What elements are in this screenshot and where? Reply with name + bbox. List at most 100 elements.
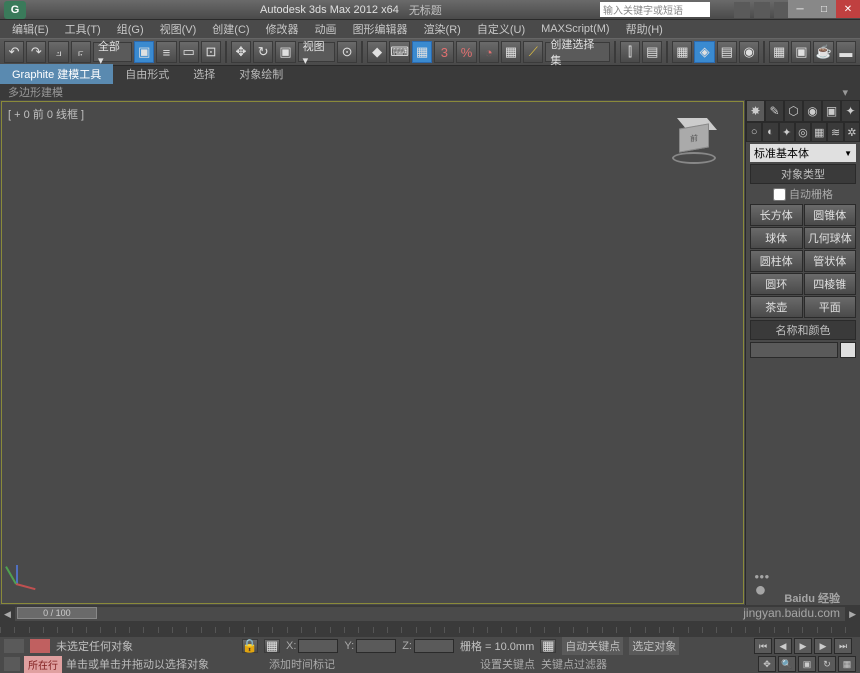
render-setup-button[interactable]: ▦ (769, 41, 789, 63)
menu-item[interactable]: 帮助(H) (618, 21, 671, 37)
ribbon-tab[interactable]: 对象绘制 (227, 64, 295, 84)
subtab-geometry[interactable]: ○ (746, 122, 762, 142)
app-icon[interactable]: G (4, 1, 26, 19)
object-type-button[interactable]: 圆柱体 (750, 250, 803, 272)
menu-item[interactable]: 图形编辑器 (345, 21, 416, 37)
goto-start-button[interactable]: ⏮ (754, 638, 772, 654)
track-bar[interactable] (0, 623, 860, 637)
ref-coord-dropdown[interactable]: 视图 ▾ (298, 42, 335, 62)
key-filter-button[interactable]: 关键点过滤器 (541, 656, 607, 672)
manipulate-button[interactable]: ◆ (367, 41, 387, 63)
isolate-icon[interactable]: ▦ (264, 639, 280, 653)
ribbon-expand-icon[interactable]: ▾ (842, 86, 848, 99)
subtab-lights[interactable]: ✦ (779, 122, 795, 142)
orbit-button[interactable]: ↻ (818, 656, 836, 672)
select-region-button[interactable]: ▭ (179, 41, 199, 63)
snap-2d-button[interactable]: ▦ (412, 41, 432, 63)
set-key-button[interactable]: 设置关键点 (480, 656, 535, 672)
auto-key-button[interactable]: 自动关键点 (562, 637, 623, 655)
tab-hierarchy[interactable]: ⬡ (784, 100, 803, 122)
rotate-button[interactable]: ↻ (253, 41, 273, 63)
coord-x-input[interactable] (298, 639, 338, 653)
goto-end-button[interactable]: ⏭ (834, 638, 852, 654)
maximize-button[interactable]: □ (812, 0, 836, 18)
add-time-marker[interactable]: 添加时间标记 (269, 656, 335, 672)
next-frame-button[interactable]: ▶ (814, 638, 832, 654)
object-type-button[interactable]: 球体 (750, 227, 803, 249)
layer-manager-button[interactable]: ▦ (672, 41, 692, 63)
ribbon-tab[interactable]: 选择 (181, 64, 227, 84)
tab-utilities[interactable]: ✦ (841, 100, 860, 122)
object-color-swatch[interactable] (840, 342, 856, 358)
use-pivot-button[interactable]: ⊙ (337, 41, 357, 63)
redo-button[interactable]: ↷ (26, 41, 46, 63)
window-crossing-button[interactable]: ⊡ (201, 41, 221, 63)
unlink-button[interactable]: ⟔ (71, 41, 91, 63)
keyboard-shortcut-button[interactable]: ⌨ (389, 41, 410, 63)
current-line-button[interactable]: 所在行 (24, 656, 62, 673)
subtab-shapes[interactable]: ◐ (762, 122, 778, 142)
object-type-button[interactable]: 圆环 (750, 273, 803, 295)
ribbon-sub-label[interactable]: 多边形建模 (8, 84, 63, 100)
link-button[interactable]: ⟓ (48, 41, 68, 63)
menu-item[interactable]: 编辑(E) (4, 21, 57, 37)
align-button[interactable]: ▤ (642, 41, 662, 63)
time-slider[interactable]: 0 / 100 (15, 607, 845, 621)
render-prod-button[interactable]: ▬ (836, 41, 856, 63)
close-button[interactable]: ✕ (836, 0, 860, 18)
tab-create[interactable]: ✸ (746, 100, 765, 122)
snap-angle-button[interactable]: 3 (434, 41, 454, 63)
scale-button[interactable]: ▣ (275, 41, 295, 63)
subtab-systems[interactable]: ✲ (844, 122, 860, 142)
select-object-button[interactable]: ▣ (134, 41, 154, 63)
zoom-extents-button[interactable]: ▣ (798, 656, 816, 672)
menu-item[interactable]: 修改器 (258, 21, 307, 37)
object-type-button[interactable]: 圆锥体 (804, 204, 857, 226)
coord-y-input[interactable] (356, 639, 396, 653)
grid-toggle-icon[interactable]: ▦ (540, 639, 556, 653)
category-dropdown[interactable]: 标准基本体 (750, 144, 856, 162)
object-type-button[interactable]: 管状体 (804, 250, 857, 272)
select-by-name-button[interactable]: ≡ (156, 41, 176, 63)
schematic-view-button[interactable]: ▤ (717, 41, 737, 63)
object-name-input[interactable] (750, 342, 838, 358)
selected-obj-dropdown[interactable]: 选定对象 (629, 637, 679, 655)
curve-editor-button[interactable]: ◈ (694, 41, 714, 63)
render-button[interactable]: ☕ (813, 41, 833, 63)
edit-selection-button[interactable]: ▦ (501, 41, 521, 63)
object-type-button[interactable]: 四棱锥 (804, 273, 857, 295)
rollout-name-color[interactable]: 名称和颜色 (750, 320, 856, 340)
maximize-viewport-button[interactable]: ▦ (838, 656, 856, 672)
object-type-button[interactable]: 茶壶 (750, 296, 803, 318)
time-scroll-right[interactable]: ▶ (849, 609, 856, 620)
undo-button[interactable]: ↶ (4, 41, 24, 63)
menu-item[interactable]: 视图(V) (152, 21, 205, 37)
menu-item[interactable]: 动画 (307, 21, 345, 37)
menu-item[interactable]: 渲染(R) (416, 21, 469, 37)
info-icon[interactable] (754, 2, 770, 18)
pan-button[interactable]: ✥ (758, 656, 776, 672)
spinner-snap-button[interactable]: ◔ (479, 41, 499, 63)
coord-z-input[interactable] (414, 639, 454, 653)
menu-item[interactable]: 组(G) (109, 21, 152, 37)
named-selection-dropdown[interactable]: 创建选择集 (545, 42, 610, 62)
menu-item[interactable]: 自定义(U) (469, 21, 533, 37)
subtab-helpers[interactable]: ▦ (811, 122, 827, 142)
object-type-button[interactable]: 平面 (804, 296, 857, 318)
time-thumb[interactable]: 0 / 100 (17, 607, 97, 619)
time-scroll-left[interactable]: ◀ (4, 609, 11, 620)
auto-grid-checkbox[interactable] (773, 188, 786, 201)
mirror-button[interactable]: ⟋ (523, 41, 543, 63)
object-type-button[interactable]: 几何球体 (804, 227, 857, 249)
play-button[interactable]: ▶ (794, 638, 812, 654)
minimize-button[interactable]: ─ (788, 0, 812, 18)
move-button[interactable]: ✥ (231, 41, 251, 63)
subtab-cameras[interactable]: ◎ (795, 122, 811, 142)
object-type-button[interactable]: 长方体 (750, 204, 803, 226)
material-editor-button[interactable]: ◉ (739, 41, 759, 63)
ribbon-tab[interactable]: Graphite 建模工具 (0, 64, 113, 84)
subtab-spacewarps[interactable]: ≋ (827, 122, 843, 142)
tab-modify[interactable]: ✎ (765, 100, 784, 122)
menu-item[interactable]: 创建(C) (204, 21, 257, 37)
selection-filter-dropdown[interactable]: 全部 ▾ (93, 42, 132, 62)
